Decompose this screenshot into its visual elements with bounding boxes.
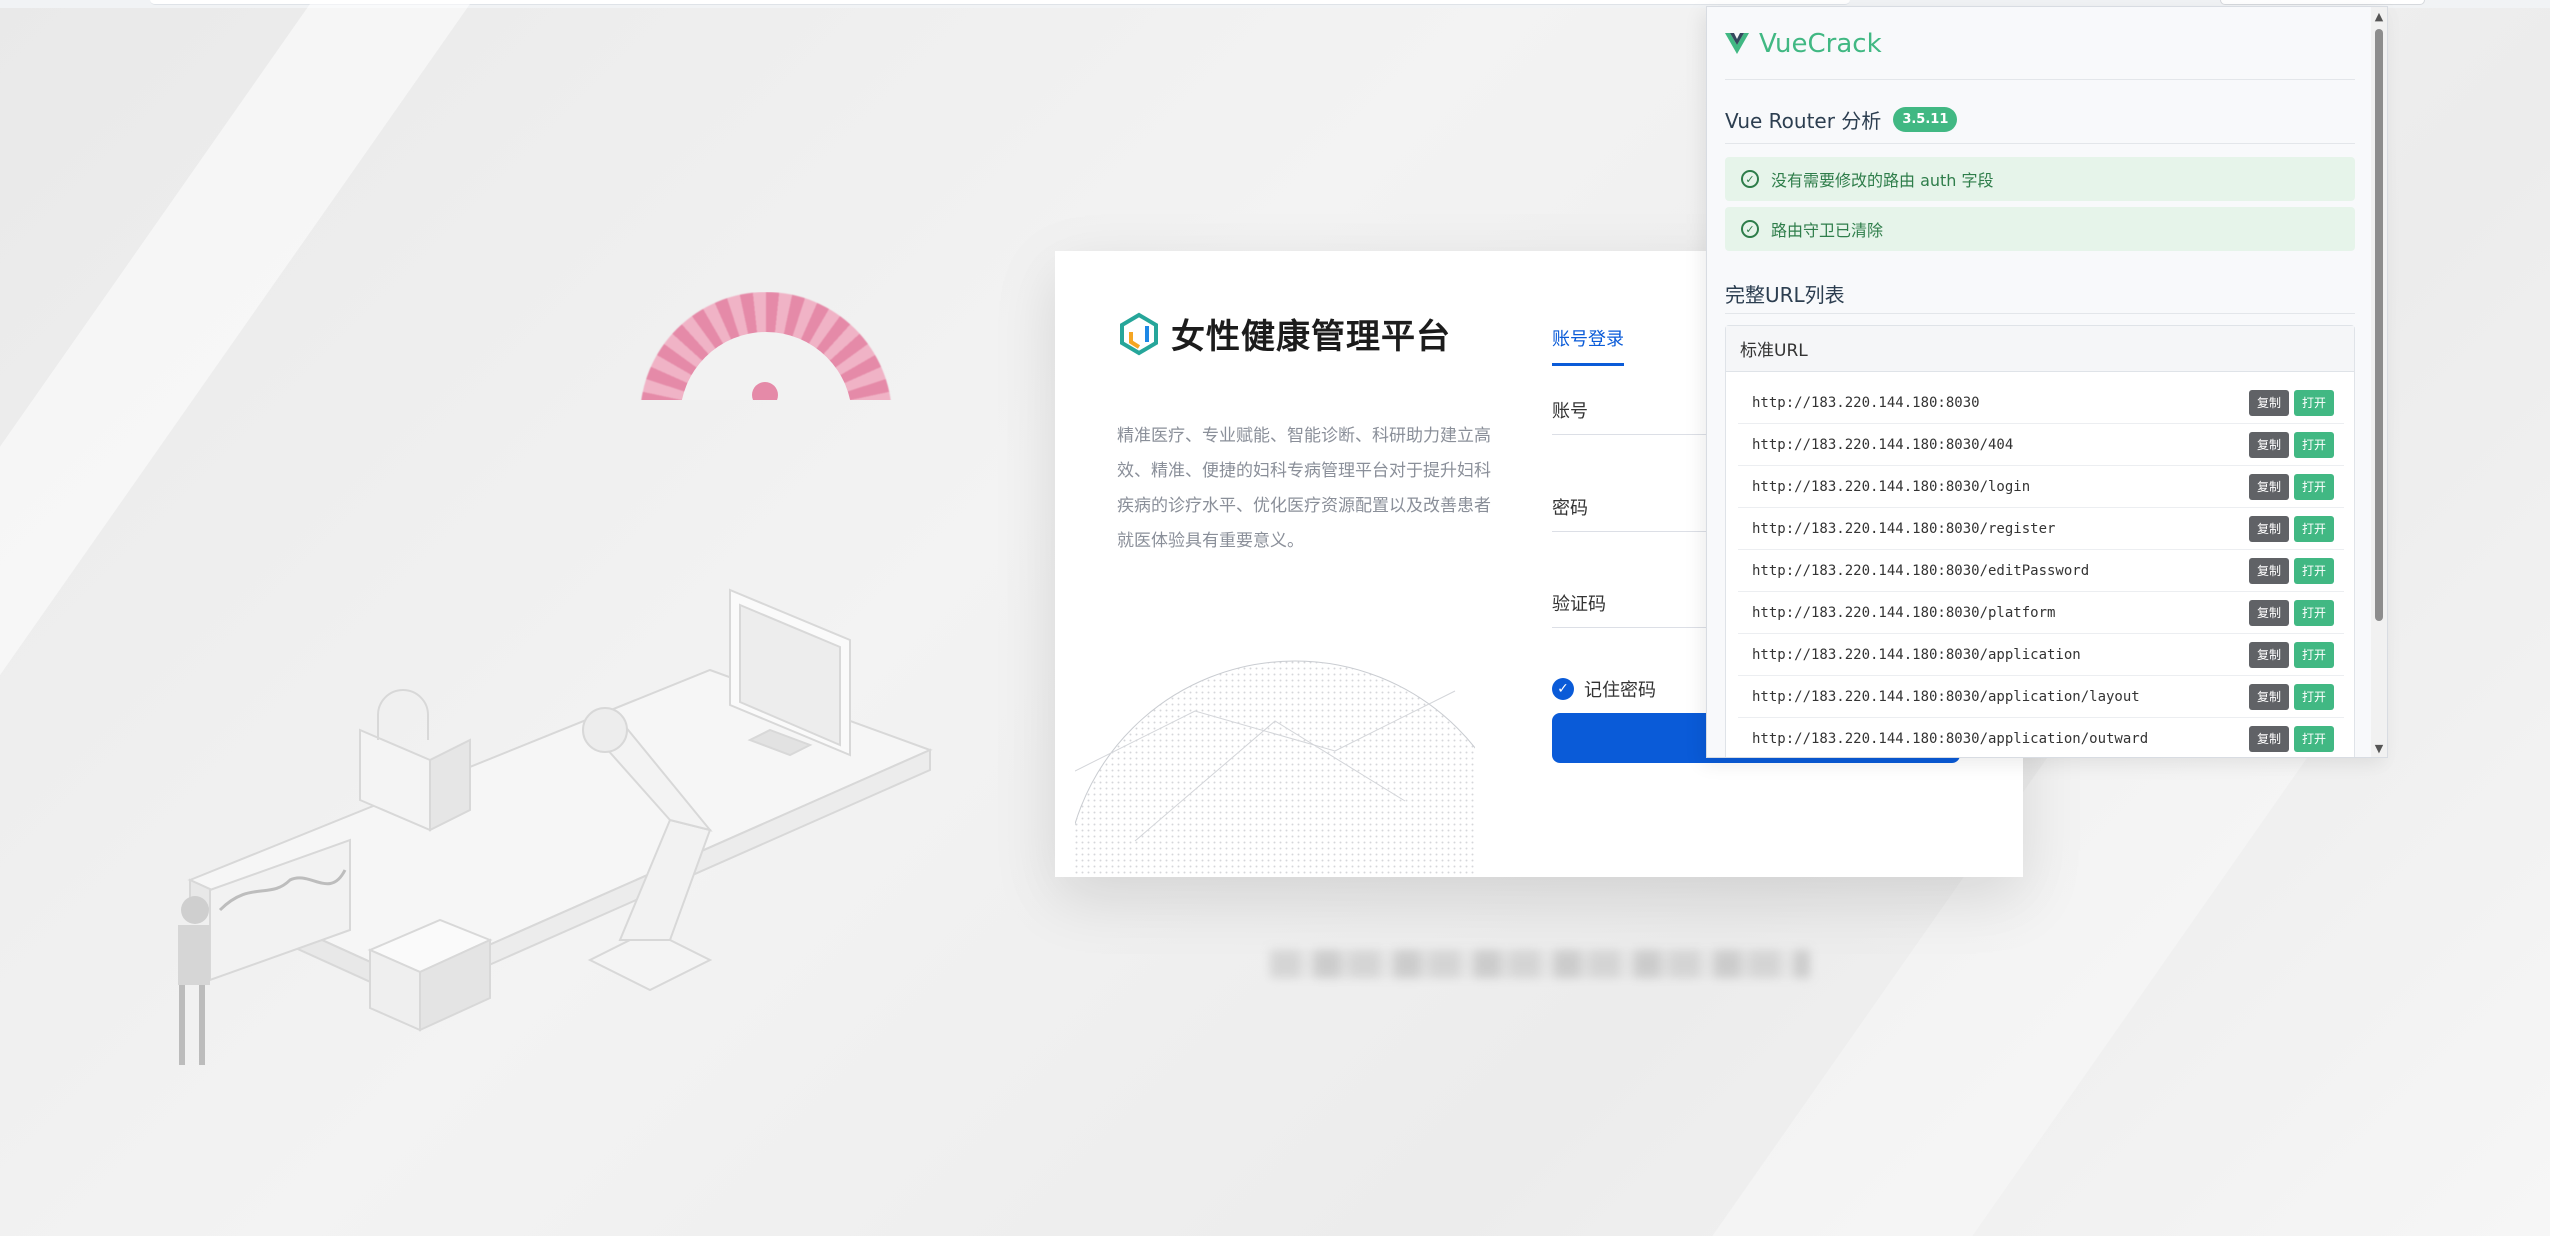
copy-button[interactable]: 复制 <box>2248 431 2289 458</box>
alert-text: 路由守卫已清除 <box>1771 221 1884 240</box>
divider <box>1725 313 2355 314</box>
vuecrack-brand: VueCrack <box>1725 29 1882 59</box>
url-row: http://183.220.144.180:8030/login 复制 打开 <box>1738 466 2344 508</box>
url-row: http://183.220.144.180:8030/platform 复制 … <box>1738 592 2344 634</box>
alert-text: 没有需要修改的路由 auth 字段 <box>1771 171 1994 190</box>
standard-url-header: 标准URL <box>1726 326 2354 372</box>
isometric-illustration <box>150 580 950 1120</box>
url-text: http://183.220.144.180:8030/platform <box>1752 604 2056 621</box>
url-text: http://183.220.144.180:8030/application <box>1752 646 2081 663</box>
check-circle-icon: ✓ <box>1741 170 1759 188</box>
open-button[interactable]: 打开 <box>2293 725 2334 752</box>
copy-button[interactable]: 复制 <box>2248 389 2289 416</box>
copy-button[interactable]: 复制 <box>2248 473 2289 500</box>
url-row: http://183.220.144.180:8030/application/… <box>1738 676 2344 718</box>
blurred-footer-text <box>1270 950 1810 978</box>
divider <box>1725 79 2355 80</box>
alert-guards-cleared: ✓ 路由守卫已清除 <box>1725 207 2355 251</box>
url-row: http://183.220.144.180:8030/application … <box>1738 634 2344 676</box>
copy-button[interactable]: 复制 <box>2248 641 2289 668</box>
open-button[interactable]: 打开 <box>2293 599 2334 626</box>
copy-button[interactable]: 复制 <box>2248 683 2289 710</box>
platform-description: 精准医疗、专业赋能、智能诊断、科研助力建立高效、精准、便捷的妇科专病管理平台对于… <box>1117 426 1491 551</box>
version-badge: 3.5.11 <box>1893 107 1958 132</box>
alert-auth-fields: ✓ 没有需要修改的路由 auth 字段 <box>1725 157 2355 201</box>
url-list-title: 完整URL列表 <box>1725 279 1845 308</box>
router-title-text: Vue Router 分析 <box>1725 109 1882 133</box>
panel-scrollbar[interactable]: ▲ ▼ <box>2371 7 2387 757</box>
hexagon-logo-icon <box>1120 312 1158 355</box>
extension-button[interactable] <box>2220 0 2425 5</box>
open-button[interactable]: 打开 <box>2293 431 2334 458</box>
globe-network-icon <box>1075 660 1475 877</box>
vuecrack-panel: VueCrack Vue Router 分析 3.5.11 ✓ 没有需要修改的路… <box>1706 6 2388 758</box>
remember-password[interactable]: ✓ 记住密码 <box>1552 676 1656 702</box>
router-analysis-title: Vue Router 分析 3.5.11 <box>1725 105 1958 134</box>
copy-button[interactable]: 复制 <box>2248 599 2289 626</box>
vue-logo-icon <box>1725 33 1749 54</box>
check-circle-icon: ✓ <box>1741 220 1759 238</box>
url-text: http://183.220.144.180:8030/editPassword <box>1752 562 2090 579</box>
brand-name: VueCrack <box>1759 29 1882 59</box>
divider <box>1725 143 2355 144</box>
url-text: http://183.220.144.180:8030/404 <box>1752 436 2014 453</box>
pink-gauge-illustration <box>640 292 892 400</box>
captcha-label: 验证码 <box>1552 594 1606 615</box>
remember-checkbox[interactable]: ✓ <box>1552 678 1574 700</box>
remember-label: 记住密码 <box>1584 680 1656 701</box>
url-row: http://183.220.144.180:8030/404 复制 打开 <box>1738 424 2344 466</box>
account-label: 账号 <box>1552 401 1588 422</box>
copy-button[interactable]: 复制 <box>2248 557 2289 584</box>
url-text: http://183.220.144.180:8030/application/… <box>1752 688 2140 705</box>
url-text: http://183.220.144.180:8030/register <box>1752 520 2056 537</box>
url-list-box: 标准URL http://183.220.144.180:8030 复制 打开 … <box>1725 325 2355 757</box>
scroll-up-arrow-icon[interactable]: ▲ <box>2371 9 2387 25</box>
robot-arm-scene-icon <box>178 588 933 1065</box>
url-list-title-text: 完整URL列表 <box>1725 283 1845 307</box>
open-button[interactable]: 打开 <box>2293 389 2334 416</box>
scroll-down-arrow-icon[interactable]: ▼ <box>2371 741 2387 757</box>
url-row: http://183.220.144.180:8030/editPassword… <box>1738 550 2344 592</box>
app-logo: 女性健康管理平台 <box>1117 309 1451 358</box>
app-title: 女性健康管理平台 <box>1171 317 1451 357</box>
url-text: http://183.220.144.180:8030 <box>1752 394 1980 411</box>
copy-button[interactable]: 复制 <box>2248 725 2289 752</box>
url-row: http://183.220.144.180:8030/application/… <box>1738 718 2344 757</box>
tab-account-login[interactable]: 账号登录 <box>1552 325 1624 366</box>
url-row: http://183.220.144.180:8030/register 复制 … <box>1738 508 2344 550</box>
open-button[interactable]: 打开 <box>2293 683 2334 710</box>
scroll-thumb[interactable] <box>2375 29 2383 621</box>
copy-button[interactable]: 复制 <box>2248 515 2289 542</box>
url-row: http://183.220.144.180:8030 复制 打开 <box>1738 382 2344 424</box>
open-button[interactable]: 打开 <box>2293 641 2334 668</box>
password-label: 密码 <box>1552 498 1588 519</box>
open-button[interactable]: 打开 <box>2293 473 2334 500</box>
open-button[interactable]: 打开 <box>2293 515 2334 542</box>
open-button[interactable]: 打开 <box>2293 557 2334 584</box>
url-text: http://183.220.144.180:8030/login <box>1752 478 2031 495</box>
url-text: http://183.220.144.180:8030/application/… <box>1752 730 2149 747</box>
